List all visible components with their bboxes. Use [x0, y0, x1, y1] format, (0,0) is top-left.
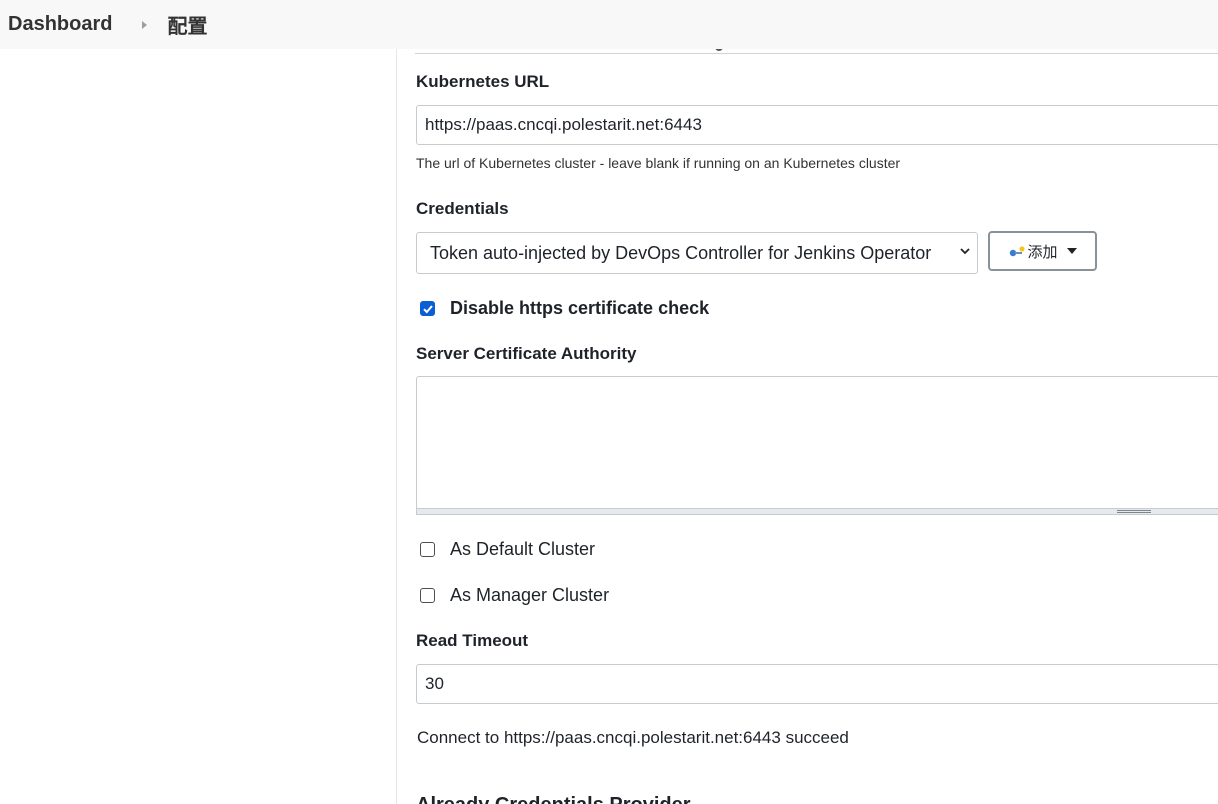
caret-down-icon — [1066, 248, 1077, 254]
manager-cluster-row[interactable]: As Manager Cluster — [420, 585, 609, 606]
breadcrumb-dashboard[interactable]: Dashboard — [8, 13, 112, 36]
disable-https-check-row[interactable]: Disable https certificate check — [420, 298, 709, 319]
breadcrumb: Dashboard 配置 — [0, 0, 1218, 49]
breadcrumb-config[interactable]: 配置 — [167, 10, 207, 39]
next-section-heading: Already Credentials Provider — [416, 794, 691, 804]
disable-https-label: Disable https certificate check — [450, 298, 710, 318]
textarea-resize-bar[interactable] — [416, 508, 1218, 515]
cut-off-glyph — [715, 49, 723, 51]
side-panel — [0, 49, 397, 804]
key-icon — [1008, 245, 1026, 257]
default-cluster-row[interactable]: As Default Cluster — [420, 539, 595, 560]
checkmark-icon — [423, 305, 433, 314]
server-ca-textarea[interactable] — [416, 376, 1218, 515]
connection-status-text: Connect to https://paas.cncqi.polestarit… — [417, 728, 849, 747]
resize-grip-icon[interactable] — [1117, 510, 1151, 513]
credentials-label: Credentials — [416, 199, 509, 218]
default-cluster-checkbox[interactable] — [420, 542, 435, 557]
kubernetes-url-label: Kubernetes URL — [416, 72, 550, 91]
previous-field-edge — [415, 49, 1218, 54]
kubernetes-url-help: The url of Kubernetes cluster - leave bl… — [416, 155, 901, 171]
manager-cluster-label: As Manager Cluster — [450, 585, 610, 605]
server-ca-label: Server Certificate Authority — [416, 344, 637, 363]
breadcrumb-separator-icon — [142, 20, 148, 29]
read-timeout-input[interactable] — [416, 664, 1218, 704]
read-timeout-label: Read Timeout — [416, 631, 529, 650]
add-credentials-button[interactable]: 添加 — [988, 231, 1097, 271]
credentials-selected-value: Token auto-injected by DevOps Controller… — [430, 242, 932, 263]
kubernetes-url-input[interactable] — [416, 105, 1218, 145]
credentials-select[interactable]: Token auto-injected by DevOps Controller… — [416, 232, 978, 274]
add-button-label: 添加 — [1027, 243, 1058, 261]
chevron-down-icon — [960, 248, 970, 255]
manager-cluster-checkbox[interactable] — [420, 588, 435, 603]
default-cluster-label: As Default Cluster — [450, 539, 596, 559]
config-form: Kubernetes URL The url of Kubernetes clu… — [397, 49, 1218, 804]
disable-https-checkbox[interactable] — [420, 301, 435, 316]
